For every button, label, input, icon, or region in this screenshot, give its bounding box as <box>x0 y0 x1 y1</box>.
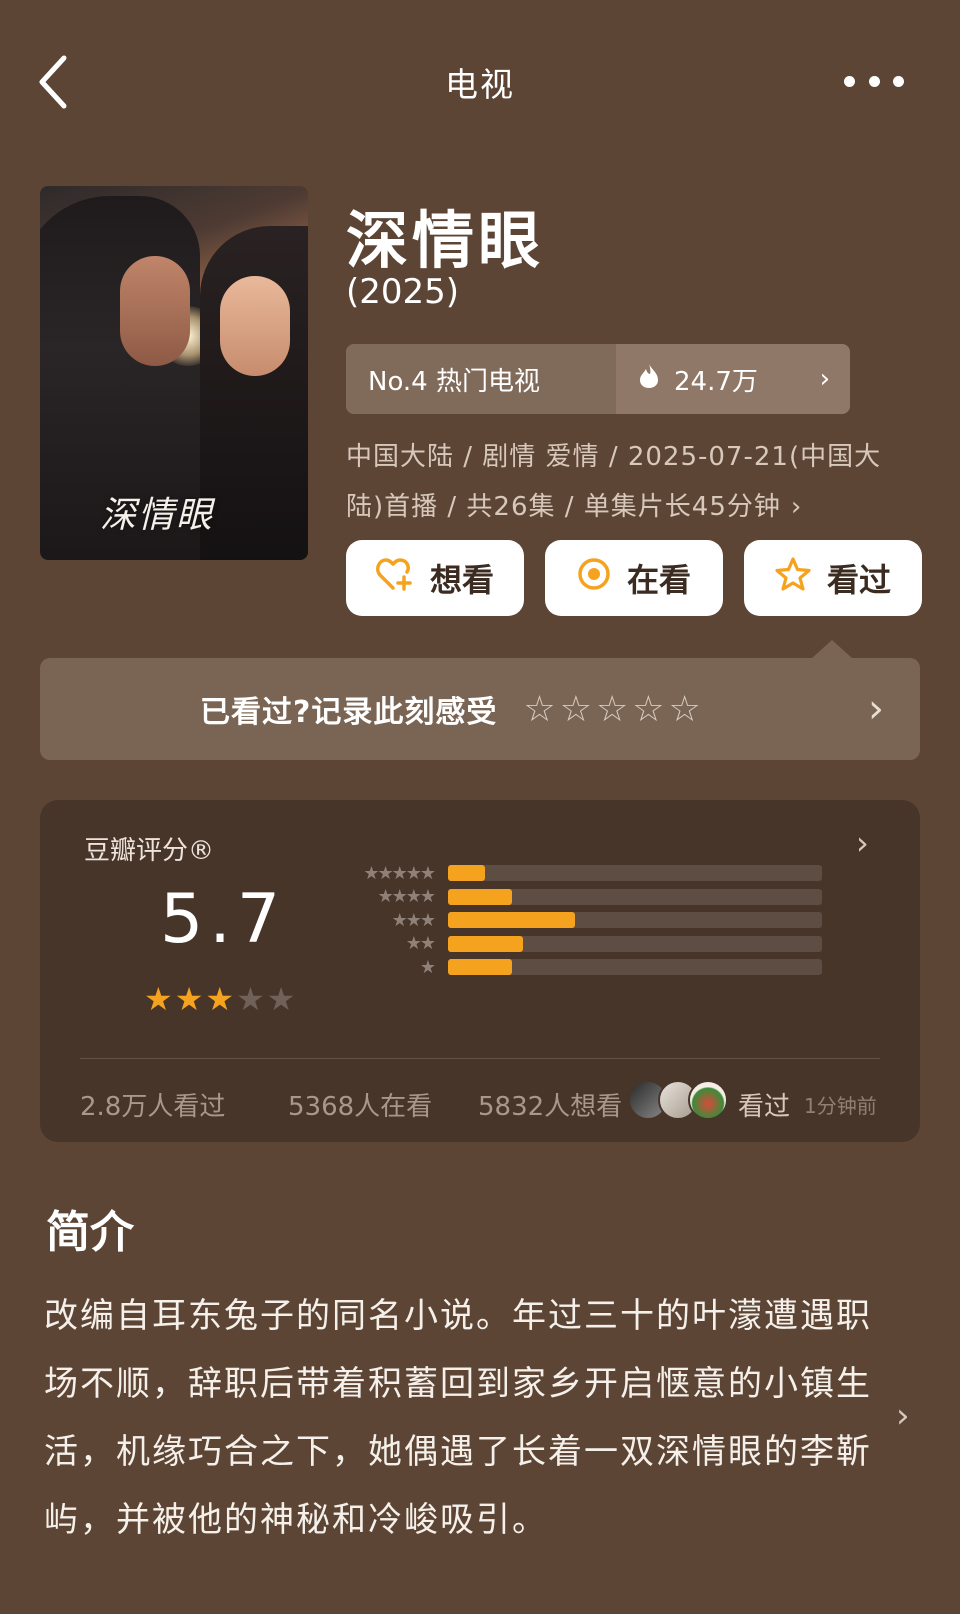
star-empty-icon: ★ <box>236 980 265 1018</box>
rating-detail-chevron-icon[interactable]: › <box>856 824 869 862</box>
recent-activity-label: 看过 <box>738 1092 791 1122</box>
recent-user-avatars[interactable] <box>628 1080 728 1120</box>
more-dots-icon <box>844 75 855 87</box>
poster-image[interactable]: 深情眼 <box>40 186 308 560</box>
want-button[interactable]: 想看 <box>346 540 524 616</box>
divider <box>80 1058 880 1059</box>
intro-heading: 简介 <box>46 1207 134 1258</box>
more-button[interactable] <box>844 66 904 96</box>
watching-button[interactable]: 在看 <box>545 540 723 616</box>
distribution-track <box>448 865 822 881</box>
record-prompt: 已看过?记录此刻感受 <box>200 695 498 730</box>
rating-source-label: 豆瓣评分® <box>84 836 215 866</box>
rating-stars-input[interactable]: ☆ ☆ ☆ ☆ ☆ <box>523 689 700 730</box>
distribution-row: ★★★ <box>334 909 822 931</box>
distribution-track <box>448 912 822 928</box>
distribution-stars-label: ★★★★ <box>377 886 436 907</box>
star-outline-icon[interactable]: ☆ <box>560 689 592 730</box>
watched-button[interactable]: 看过 <box>744 540 922 616</box>
meta-info[interactable]: 中国大陆 / 剧情 爱情 / 2025-07-21(中国大陆)首播 / 共26集… <box>346 432 906 532</box>
distribution-row: ★★★★★ <box>334 862 822 884</box>
intro-text[interactable]: 改编自耳东兔子的同名小说。年过三十的叶濛遭遇职场不顺，辞职后带着积蓄回到家乡开启… <box>44 1282 874 1554</box>
distribution-stars-label: ★ <box>419 956 436 978</box>
recent-activity-time: 1分钟前 <box>804 1094 877 1118</box>
star-filled-icon: ★ <box>144 980 173 1018</box>
rating-score: 5.7 <box>160 880 287 959</box>
rank-pill: No.4 热门电视 24.7万 › <box>346 344 850 414</box>
distribution-track <box>448 888 822 905</box>
page-title: 电视 <box>445 65 515 104</box>
star-filled-icon: ★ <box>205 980 235 1018</box>
distribution-bar <box>448 912 575 928</box>
distribution-stars-label: ★★ <box>405 933 436 954</box>
distribution-stars-label: ★★★★★ <box>363 862 436 884</box>
watching-label: 在看 <box>626 561 691 599</box>
distribution-track <box>448 935 822 952</box>
fire-icon <box>638 363 660 395</box>
star-outline-icon[interactable]: ☆ <box>596 689 628 730</box>
heart-plus-icon <box>376 557 414 600</box>
distribution-row: ★★ <box>334 933 822 955</box>
intro-expand-chevron-icon[interactable]: › <box>896 1396 910 1436</box>
avatar <box>688 1080 728 1120</box>
rank-label[interactable]: No.4 热门电视 <box>346 344 616 414</box>
distribution-stars-label: ★★★ <box>391 909 436 931</box>
star-icon <box>775 556 811 600</box>
distribution-track <box>448 959 822 975</box>
record-feeling-bar[interactable]: 已看过?记录此刻感受 ☆ ☆ ☆ ☆ ☆ › <box>40 658 920 760</box>
distribution-bar <box>448 935 523 952</box>
movie-year: (2025) <box>346 272 460 312</box>
star-outline-icon[interactable]: ☆ <box>523 689 555 730</box>
star-empty-icon: ★ <box>266 980 296 1018</box>
heat-value: 24.7万 <box>674 366 758 397</box>
want-count[interactable]: 5832人想看 <box>478 1086 622 1123</box>
distribution-bar <box>448 865 485 881</box>
movie-title: 深情眼 <box>346 204 545 277</box>
want-label: 想看 <box>429 561 494 599</box>
chevron-right-icon: › <box>790 492 803 522</box>
distribution-row: ★ <box>334 956 822 978</box>
heat-button[interactable]: 24.7万 › <box>616 344 850 414</box>
rating-stars: ★ ★ ★ ★ ★ <box>144 980 295 1018</box>
chevron-right-icon: › <box>819 364 830 394</box>
poster-logo: 深情眼 <box>100 495 215 536</box>
star-outline-icon[interactable]: ☆ <box>669 689 701 730</box>
distribution-bar <box>448 959 512 975</box>
distribution-bar <box>448 888 512 905</box>
watched-label: 看过 <box>826 561 891 599</box>
star-filled-icon: ★ <box>174 980 204 1018</box>
star-outline-icon[interactable]: ☆ <box>632 689 664 730</box>
pointer-triangle <box>812 640 852 658</box>
target-circle-icon <box>577 557 611 600</box>
chevron-right-icon: › <box>868 686 884 732</box>
watching-count[interactable]: 5368人在看 <box>288 1086 432 1123</box>
distribution-row: ★★★★ <box>334 886 822 908</box>
watched-count[interactable]: 2.8万人看过 <box>80 1086 225 1123</box>
